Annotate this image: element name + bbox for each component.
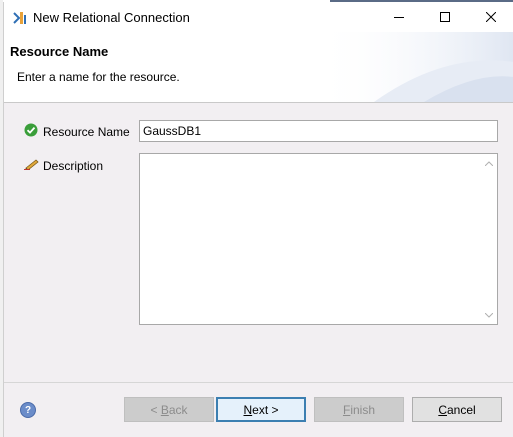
description-label: Description [43, 159, 104, 173]
finish-button-label: Finish [342, 402, 376, 417]
description-textarea[interactable] [139, 153, 498, 325]
description-scrollbar[interactable] [481, 154, 497, 324]
wizard-footer: ? < Back Next > Finish Cancel [4, 383, 513, 437]
window-title: New Relational Connection [33, 10, 190, 25]
close-icon [486, 12, 496, 22]
maximize-icon [440, 12, 450, 22]
title-bar[interactable]: New Relational Connection [4, 2, 513, 32]
resource-name-label: Resource Name [43, 125, 130, 139]
back-button-label: < Back [150, 402, 188, 417]
finish-button[interactable]: Finish [314, 397, 404, 422]
cancel-button[interactable]: Cancel [412, 397, 502, 422]
resource-name-input[interactable] [139, 120, 498, 142]
scroll-down-icon[interactable] [481, 308, 497, 322]
back-button[interactable]: < Back [124, 397, 214, 422]
connection-wizard-icon [13, 12, 26, 24]
maximize-button[interactable] [422, 2, 468, 32]
cancel-button-label: Cancel [438, 402, 476, 417]
next-button-label: Next > [243, 402, 279, 417]
minimize-button[interactable] [376, 2, 422, 32]
minimize-icon [394, 17, 404, 18]
wizard-header: Resource Name Enter a name for the resou… [4, 32, 513, 102]
page-title: Resource Name [10, 44, 109, 59]
chevron-up-icon [485, 160, 493, 166]
check-circle-icon [24, 123, 38, 137]
pencil-icon [24, 159, 39, 170]
scroll-up-icon[interactable] [481, 156, 497, 170]
chevron-down-icon [485, 312, 493, 318]
header-decoration [314, 32, 513, 102]
wizard-body: Resource Name Description [4, 103, 513, 382]
help-icon[interactable]: ? [20, 402, 36, 418]
description-text [142, 156, 479, 322]
page-description: Enter a name for the resource. [17, 70, 180, 84]
new-relational-connection-dialog: New Relational Connection Resource Name … [3, 2, 513, 437]
next-button[interactable]: Next > [216, 397, 306, 422]
close-button[interactable] [468, 2, 513, 32]
